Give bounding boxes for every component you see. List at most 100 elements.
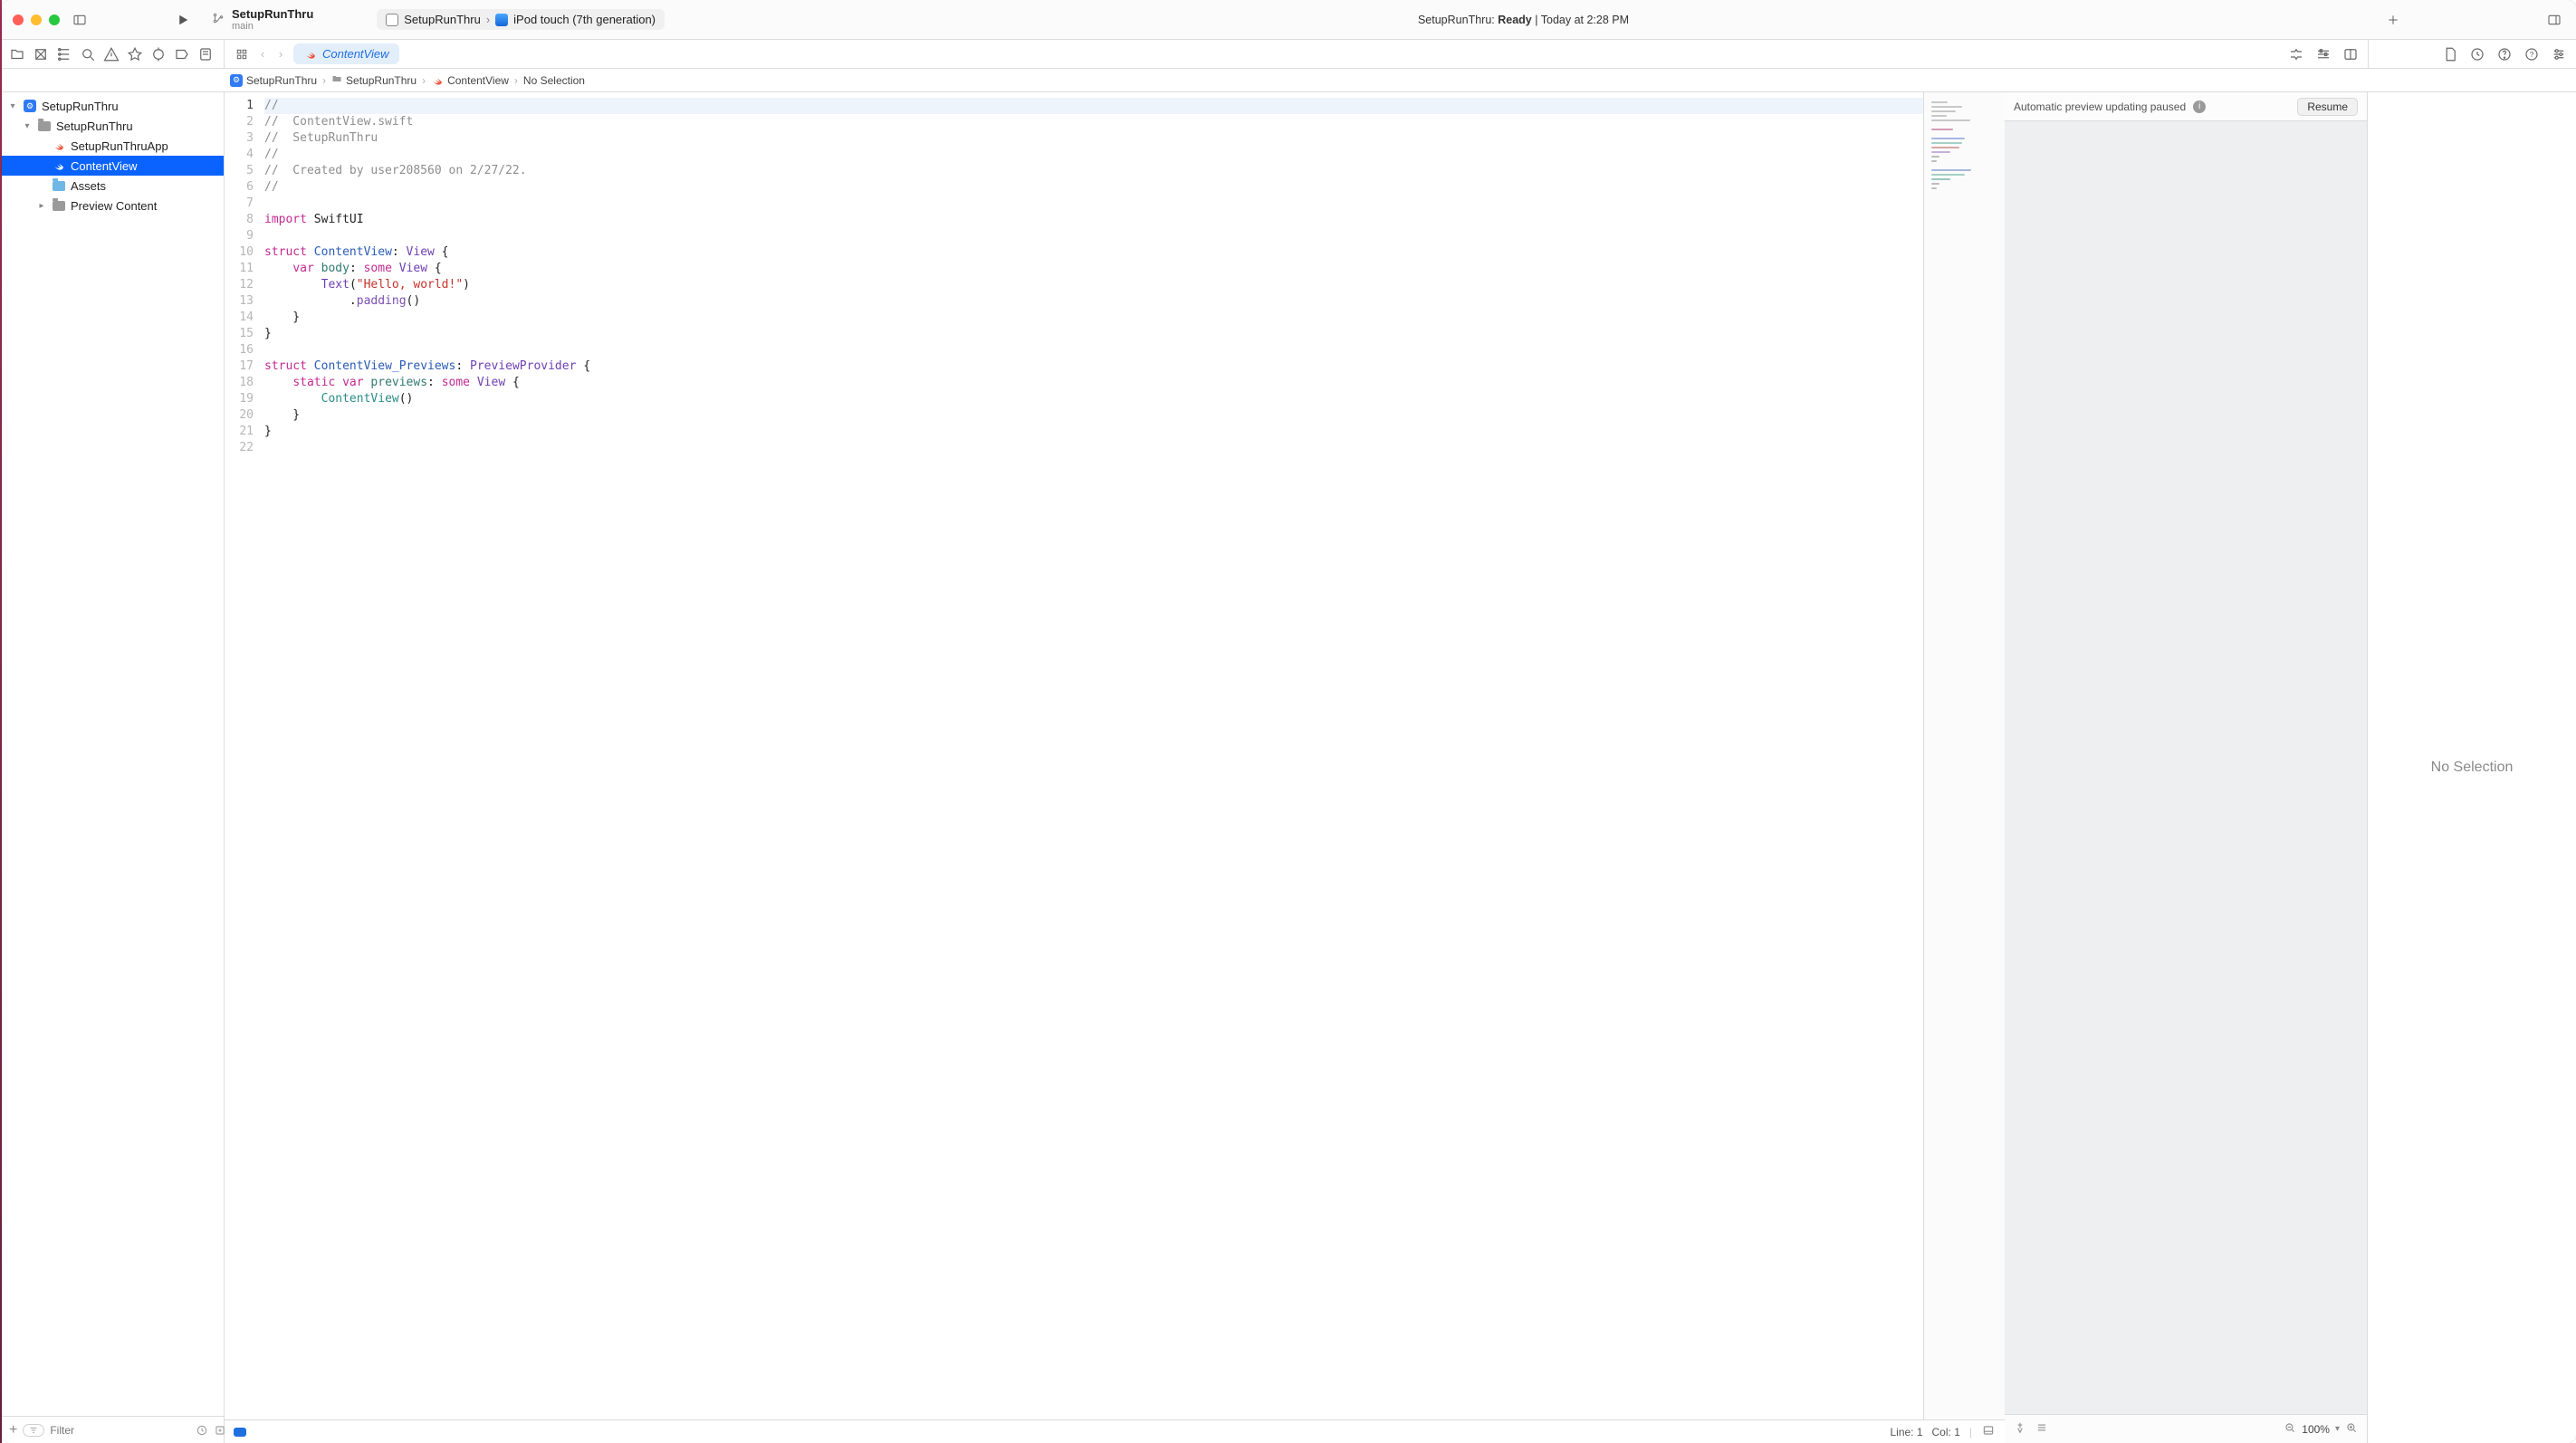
nav-forward-button[interactable]: › — [272, 47, 290, 61]
tree-item-assets[interactable]: Assets — [2, 176, 224, 196]
code-line[interactable]: // ContentView.swift — [264, 114, 1923, 130]
breadcrumb-segment[interactable]: SetupRunThru — [331, 73, 417, 87]
code-line[interactable] — [264, 440, 1923, 456]
code-line[interactable]: } — [264, 424, 1923, 440]
add-files-button[interactable]: + — [9, 1422, 17, 1438]
gutter-line[interactable]: 1 — [225, 98, 254, 114]
gutter-line[interactable]: 20 — [225, 407, 254, 424]
minimize-window-button[interactable] — [31, 14, 42, 25]
gutter-line[interactable]: 6 — [225, 179, 254, 196]
tree-item-contentview[interactable]: ContentView — [2, 156, 224, 176]
code-line[interactable]: var body: some View { — [264, 261, 1923, 277]
minimap[interactable] — [1923, 92, 2005, 1419]
issue-navigator-icon[interactable] — [103, 46, 120, 62]
scheme-selector[interactable]: SetupRunThru › iPod touch (7th generatio… — [377, 9, 665, 30]
gutter-line[interactable]: 10 — [225, 244, 254, 261]
gutter-line[interactable]: 13 — [225, 293, 254, 310]
gutter-line[interactable]: 2 — [225, 114, 254, 130]
zoom-value[interactable]: 100% — [2302, 1423, 2330, 1436]
tree-item-setuprunthru[interactable]: ▾SetupRunThru — [2, 116, 224, 136]
code-line[interactable]: } — [264, 407, 1923, 424]
breadcrumb-segment[interactable]: ContentView — [431, 74, 509, 87]
zoom-in-icon[interactable] — [2345, 1421, 2358, 1437]
file-inspector-icon[interactable] — [2442, 46, 2458, 62]
add-button[interactable] — [2382, 9, 2404, 31]
gutter-line[interactable]: 3 — [225, 130, 254, 147]
gutter-line[interactable]: 16 — [225, 342, 254, 358]
code-line[interactable]: } — [264, 310, 1923, 326]
report-navigator-icon[interactable] — [197, 46, 214, 62]
code-line[interactable]: static var previews: some View { — [264, 375, 1923, 391]
zoom-out-icon[interactable] — [2284, 1421, 2296, 1437]
code-line[interactable]: // Created by user208560 on 2/27/22. — [264, 163, 1923, 179]
pin-preview-icon[interactable] — [2014, 1421, 2026, 1437]
gutter-line[interactable]: 22 — [225, 440, 254, 456]
gutter-line[interactable]: 21 — [225, 424, 254, 440]
editor-options-icon[interactable] — [2288, 46, 2304, 62]
file-tree[interactable]: ▾⚙SetupRunThru▾SetupRunThruSetupRunThruA… — [2, 92, 224, 1416]
related-items-button[interactable] — [230, 48, 254, 61]
attributes-inspector-icon[interactable] — [2551, 46, 2567, 62]
debug-navigator-icon[interactable] — [150, 46, 167, 62]
code-line[interactable]: // — [264, 147, 1923, 163]
code-line[interactable]: ContentView() — [264, 391, 1923, 407]
tree-item-setuprunthru[interactable]: ▾⚙SetupRunThru — [2, 96, 224, 116]
gutter-line[interactable]: 11 — [225, 261, 254, 277]
find-navigator-icon[interactable] — [80, 46, 96, 62]
symbol-navigator-icon[interactable] — [56, 46, 72, 62]
toggle-right-panel-button[interactable] — [2543, 9, 2565, 31]
project-navigator-icon[interactable] — [9, 46, 25, 62]
gutter-line[interactable]: 7 — [225, 196, 254, 212]
adjust-editor-icon[interactable] — [2315, 46, 2332, 62]
close-window-button[interactable] — [13, 14, 24, 25]
info-icon[interactable]: i — [2193, 100, 2206, 113]
code-area[interactable]: //// ContentView.swift// SetupRunThru///… — [261, 92, 1923, 1419]
quick-help-icon[interactable] — [2496, 46, 2513, 62]
gutter-line[interactable]: 15 — [225, 326, 254, 342]
code-line[interactable]: Text("Hello, world!") — [264, 277, 1923, 293]
recent-files-icon[interactable] — [196, 1424, 208, 1437]
history-inspector-icon[interactable] — [2469, 46, 2485, 62]
run-button[interactable] — [172, 9, 194, 31]
code-line[interactable]: // SetupRunThru — [264, 130, 1923, 147]
test-navigator-icon[interactable] — [127, 46, 143, 62]
source-control-navigator-icon[interactable] — [33, 46, 49, 62]
gutter-line[interactable]: 9 — [225, 228, 254, 244]
code-line[interactable]: // — [264, 179, 1923, 196]
code-line[interactable] — [264, 228, 1923, 244]
gutter-line[interactable]: 4 — [225, 147, 254, 163]
code-line[interactable] — [264, 196, 1923, 212]
code-line[interactable]: .padding() — [264, 293, 1923, 310]
resume-button[interactable]: Resume — [2297, 98, 2358, 116]
gutter-line[interactable]: 8 — [225, 212, 254, 228]
code-line[interactable] — [264, 342, 1923, 358]
nav-back-button[interactable]: ‹ — [254, 47, 272, 61]
zoom-window-button[interactable] — [49, 14, 60, 25]
preview-canvas[interactable] — [2005, 121, 2367, 1414]
jump-bar[interactable]: ⚙SetupRunThru›SetupRunThru›ContentView›N… — [2, 69, 2576, 92]
gutter-line[interactable]: 19 — [225, 391, 254, 407]
breadcrumb-segment[interactable]: ⚙SetupRunThru — [230, 74, 317, 87]
code-line[interactable]: } — [264, 326, 1923, 342]
gutter-line[interactable]: 5 — [225, 163, 254, 179]
gutter-line[interactable]: 18 — [225, 375, 254, 391]
gutter-line[interactable]: 17 — [225, 358, 254, 375]
tree-item-setuprunthruapp[interactable]: SetupRunThruApp — [2, 136, 224, 156]
preview-list-icon[interactable] — [2035, 1421, 2048, 1437]
toggle-debug-area-icon[interactable] — [1981, 1424, 1996, 1439]
add-editor-icon[interactable] — [2342, 46, 2359, 62]
scheme-project-block[interactable]: SetupRunThru main — [212, 7, 313, 32]
code-line[interactable]: struct ContentView_Previews: PreviewProv… — [264, 358, 1923, 375]
disclosure-triangle-icon[interactable]: ▾ — [22, 121, 33, 131]
gutter-line[interactable]: 12 — [225, 277, 254, 293]
breakpoint-navigator-icon[interactable] — [174, 46, 190, 62]
chevron-down-icon[interactable]: ▾ — [2335, 1424, 2340, 1434]
disclosure-triangle-icon[interactable]: ▸ — [36, 201, 47, 211]
tree-item-preview-content[interactable]: ▸Preview Content — [2, 196, 224, 215]
code-line[interactable]: // — [264, 98, 1923, 114]
code-scroll[interactable]: 12345678910111213141516171819202122 ////… — [225, 92, 2005, 1419]
tab-contentview[interactable]: ContentView — [293, 43, 399, 64]
help-inspector-icon[interactable]: ? — [2523, 46, 2540, 62]
toggle-left-panel-button[interactable] — [69, 9, 91, 31]
breakpoint-toggle[interactable] — [234, 1428, 246, 1437]
